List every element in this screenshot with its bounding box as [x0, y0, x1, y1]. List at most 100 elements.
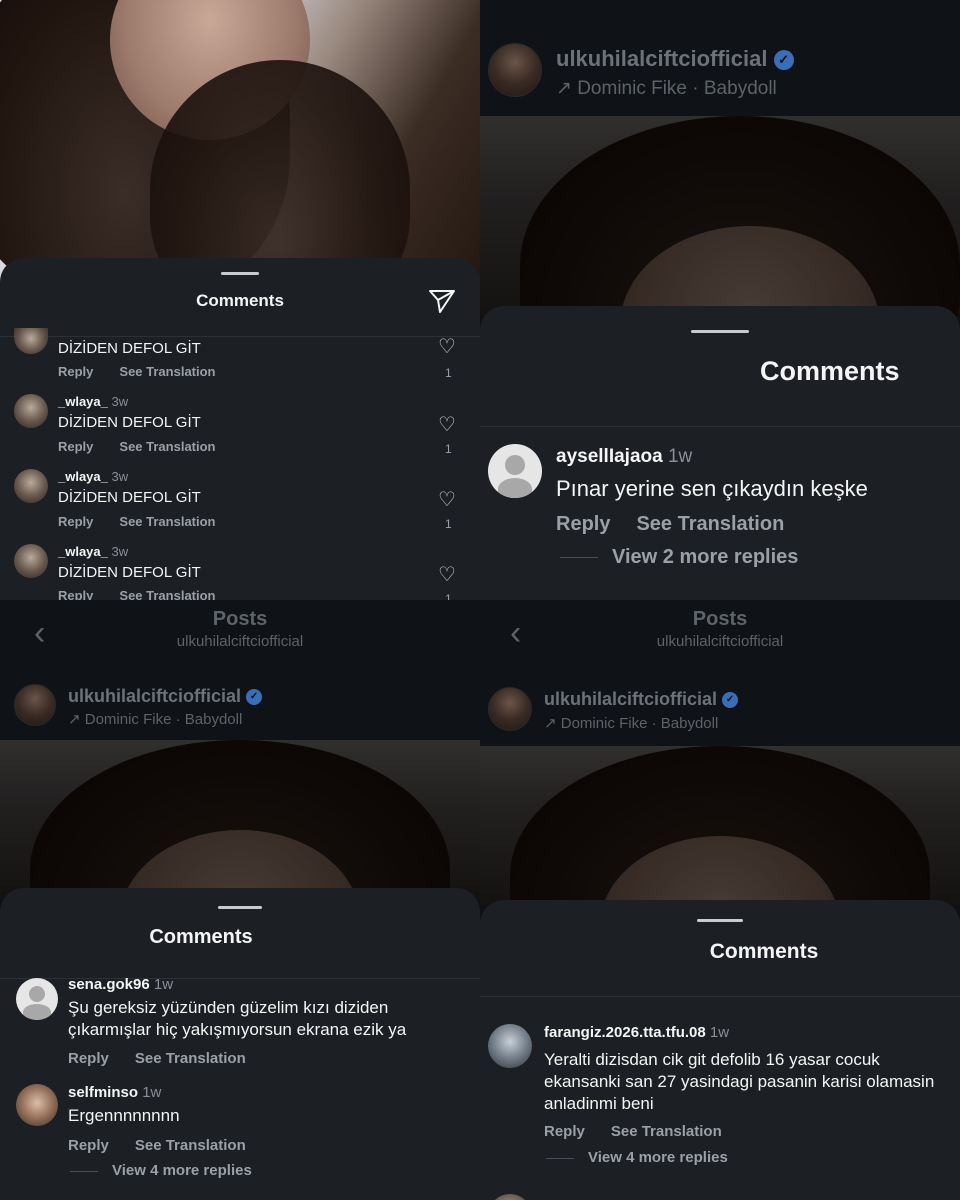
- reply-button[interactable]: Reply: [556, 513, 610, 535]
- comment-text: Şu gereksiz yüzünden güzelim kızı dizide…: [68, 998, 407, 1039]
- reply-button[interactable]: Reply: [68, 1137, 109, 1154]
- avatar[interactable]: [488, 43, 542, 97]
- sheet-handle[interactable]: [218, 906, 262, 909]
- sheet-handle[interactable]: [697, 919, 743, 922]
- comment-time: 3w: [111, 394, 129, 409]
- view-more-replies-button[interactable]: View 4 more replies: [546, 1149, 728, 1166]
- screenshot-panel-1: Comments DİZİDEN DEFOL GİT Reply See Tran…: [0, 0, 480, 600]
- list-item: _wlaya_ 3w DİZİDEN DEFOL GİT Reply See Tr…: [0, 544, 480, 600]
- list-item: farangiz.2026.tta.tfu.08 1w Yeralti dizi…: [480, 1022, 960, 1172]
- send-icon[interactable]: [428, 288, 456, 314]
- see-translation-button[interactable]: See Translation: [119, 364, 215, 379]
- list-item: _wlaya_ 3w DİZİDEN DEFOL GİT Reply See Tr…: [0, 469, 480, 539]
- comment-username[interactable]: _wlaya_ 3w: [58, 394, 128, 409]
- screenshot-panel-4: ‹ Posts ulkuhilalciftciofficial ulkuhila…: [480, 600, 960, 1200]
- comment-actions: Reply See Translation: [58, 439, 242, 454]
- post-username[interactable]: ulkuhilalciftciofficial ✓: [68, 686, 263, 707]
- see-translation-button[interactable]: See Translation: [636, 513, 784, 535]
- heart-icon[interactable]: ♡: [438, 562, 456, 587]
- comment-actions: Reply See Translation: [68, 1137, 272, 1154]
- post-photo: [480, 746, 960, 906]
- music-label[interactable]: ↗ Dominic Fike · Babydoll: [544, 714, 718, 732]
- sheet-divider: [480, 996, 960, 997]
- comment-username[interactable]: _wlaya_ 3w: [58, 544, 128, 559]
- avatar[interactable]: [16, 1084, 58, 1126]
- reply-button[interactable]: Reply: [58, 514, 93, 529]
- list-item: _wlaya_ 3w DİZİDEN DEFOL GİT Reply See Tr…: [0, 394, 480, 464]
- post-username[interactable]: ulkuhilalciftciofficial ✓: [544, 689, 739, 710]
- comment-time: 1w: [142, 1084, 162, 1101]
- avatar[interactable]: [488, 1194, 532, 1200]
- list-item: aysellIajaoa 1w Pınar yerine sen çıkaydı…: [480, 442, 960, 592]
- sheet-handle[interactable]: [221, 272, 259, 275]
- reply-button[interactable]: Reply: [58, 364, 93, 379]
- sheet-title: Comments: [149, 926, 253, 948]
- view-more-replies-button[interactable]: View 4 more replies: [70, 1162, 252, 1179]
- comment-text: Pınar yerine sen çıkaydın keşke: [556, 476, 868, 501]
- like-count: 1: [445, 592, 452, 600]
- reply-button[interactable]: Reply: [544, 1123, 585, 1140]
- comment-time: 3w: [111, 469, 129, 484]
- avatar[interactable]: [16, 978, 58, 1020]
- avatar[interactable]: [488, 687, 532, 731]
- verified-badge-icon: ✓: [246, 689, 263, 706]
- comment-text: DİZİDEN DEFOL GİT: [58, 489, 201, 506]
- page-title: Posts: [212, 608, 268, 630]
- view-more-replies-button[interactable]: View 2 more replies: [560, 546, 798, 569]
- comments-sheet: Comments farangiz.2026.tta.tfu.08 1w Yer…: [480, 900, 960, 1200]
- avatar[interactable]: [14, 684, 56, 726]
- page-title: Posts: [692, 608, 748, 630]
- comment-actions: Reply See Translation: [58, 514, 242, 529]
- see-translation-button[interactable]: See Translation: [119, 588, 215, 600]
- list-item: [480, 1192, 960, 1200]
- comments-sheet: Comments DİZİDEN DEFOL GİT Reply See Tran…: [0, 258, 480, 600]
- avatar[interactable]: [14, 394, 48, 428]
- comment-text: DİZİDEN DEFOL GİT: [58, 564, 201, 581]
- comment-time: 3w: [111, 544, 129, 559]
- heart-icon[interactable]: ♡: [438, 487, 456, 512]
- page-subtitle: ulkuhilalciftciofficial: [656, 633, 784, 650]
- see-translation-button[interactable]: See Translation: [135, 1137, 246, 1154]
- post-header: ulkuhilalciftciofficial ✓ ↗ Dominic Fike…: [480, 670, 960, 746]
- post-photo: [480, 116, 960, 316]
- like-count: 1: [445, 366, 452, 380]
- see-translation-button[interactable]: See Translation: [135, 1050, 246, 1067]
- see-translation-button[interactable]: See Translation: [119, 514, 215, 529]
- avatar[interactable]: [14, 544, 48, 578]
- see-translation-button[interactable]: See Translation: [611, 1123, 722, 1140]
- list-item: DİZİDEN DEFOL GİT Reply See Translation ♡…: [0, 328, 480, 388]
- posts-topbar: ‹ Posts ulkuhilalciftciofficial: [0, 600, 480, 670]
- sheet-title: Comments: [709, 940, 819, 963]
- comments-sheet: Comments aysellIajaoa 1w Pınar yerine se…: [480, 306, 960, 600]
- reply-button[interactable]: Reply: [58, 588, 93, 600]
- avatar[interactable]: [488, 1024, 532, 1068]
- comment-username[interactable]: _wlaya_ 3w: [58, 469, 128, 484]
- reply-button[interactable]: Reply: [68, 1050, 109, 1067]
- avatar[interactable]: [14, 469, 48, 503]
- avatar[interactable]: [488, 444, 542, 498]
- avatar[interactable]: [14, 328, 48, 354]
- comment-text: DİZİDEN DEFOL GİT: [58, 414, 201, 431]
- comment-username[interactable]: aysellIajaoa 1w: [556, 446, 692, 468]
- post-header: ulkuhilalciftciofficial ✓ ↗ Dominic Fike…: [480, 0, 960, 116]
- sheet-divider: [480, 426, 960, 427]
- heart-icon[interactable]: ♡: [438, 334, 456, 359]
- comment-actions: Reply See Translation: [556, 513, 810, 536]
- verified-badge-icon: ✓: [722, 692, 739, 709]
- see-translation-button[interactable]: See Translation: [119, 439, 215, 454]
- comment-username[interactable]: farangiz.2026.tta.tfu.08 1w: [544, 1024, 729, 1041]
- music-label[interactable]: ↗ Dominic Fike · Babydoll: [68, 710, 242, 728]
- comment-username[interactable]: sena.gok96 1w: [68, 976, 173, 993]
- like-count: 1: [445, 442, 452, 456]
- screenshot-panel-3: ‹ Posts ulkuhilalciftciofficial ulkuhila…: [0, 600, 480, 1200]
- post-username[interactable]: ulkuhilalciftciofficial ✓: [556, 46, 794, 72]
- post-photo: [0, 740, 480, 900]
- comment-time: 1w: [667, 446, 693, 467]
- comment-username[interactable]: selfminso 1w: [68, 1084, 161, 1101]
- posts-topbar: ‹ Posts ulkuhilalciftciofficial: [480, 600, 960, 670]
- sheet-handle[interactable]: [691, 330, 749, 333]
- reply-button[interactable]: Reply: [58, 439, 93, 454]
- music-label[interactable]: ↗ Dominic Fike · Babydoll: [556, 77, 777, 100]
- heart-icon[interactable]: ♡: [438, 412, 456, 437]
- page-subtitle: ulkuhilalciftciofficial: [176, 633, 304, 650]
